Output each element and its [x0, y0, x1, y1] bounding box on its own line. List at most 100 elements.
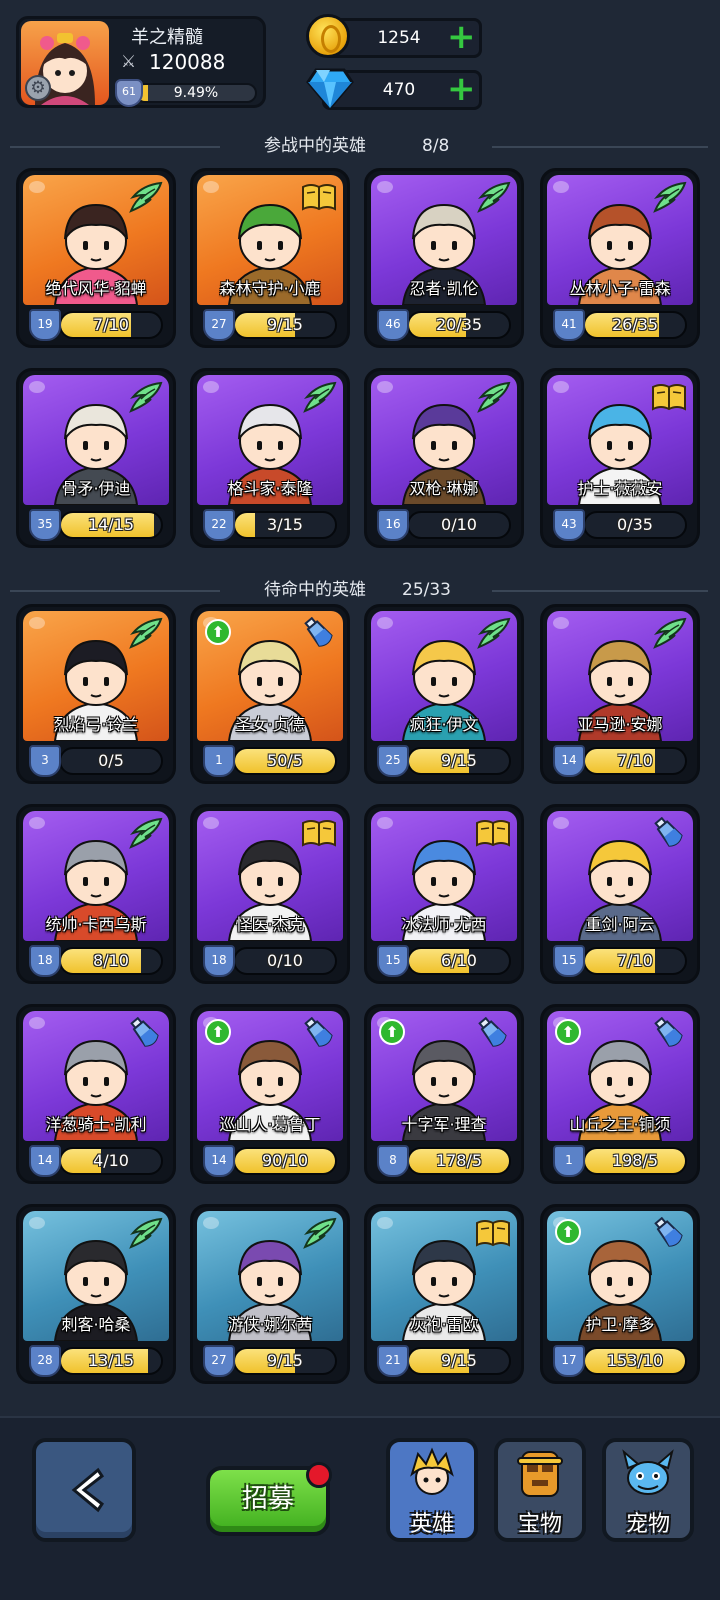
potion-icon [651, 816, 687, 849]
wing-icon [475, 617, 511, 649]
hero-name: 巡山人·葛鲁丁 [219, 1115, 321, 1134]
fragment-progress-bar: 7/10 [583, 747, 687, 775]
fragment-progress-bar: 14/15 [59, 511, 163, 539]
fragment-progress-bar: 198/5 [583, 1147, 687, 1175]
fragment-count: 4/10 [93, 1151, 129, 1170]
hero-card[interactable]: 忍者·凯伦 46 20/35 [364, 168, 524, 348]
tab-pets[interactable]: 宠物 [602, 1438, 694, 1542]
hero-level-shield-icon: 19 [29, 309, 61, 341]
fragment-progress-bar: 50/5 [233, 747, 337, 775]
fragment-progress-bar: 9/15 [233, 311, 337, 339]
book-icon [301, 181, 337, 213]
fragment-progress-bar: 9/15 [407, 747, 511, 775]
hero-level-shield-icon: 3 [29, 745, 61, 777]
tab-treasures[interactable]: 宝物 [494, 1438, 586, 1542]
player-profile-card[interactable]: ⚙ 羊之精髓 ⚔ 120088 61 9.49% [16, 16, 266, 108]
fragment-progress-bar: 0/5 [59, 747, 163, 775]
hero-card[interactable]: 护士·薇薇安 43 0/35 [540, 368, 700, 548]
fragment-progress-bar: 90/10 [233, 1147, 337, 1175]
hero-card[interactable]: 统帅·卡西乌斯 18 8/10 [16, 804, 176, 984]
fragment-progress-bar: 178/5 [407, 1147, 511, 1175]
fragment-count: 9/15 [267, 1351, 303, 1370]
hero-name: 统帅·卡西乌斯 [45, 915, 147, 934]
fragment-count: 0/35 [617, 515, 653, 534]
hero-name: 森林守护·小鹿 [219, 279, 321, 298]
fragment-count: 0/10 [267, 951, 303, 970]
hero-card[interactable]: 骨矛·伊迪 35 14/15 [16, 368, 176, 548]
fragment-progress-bar: 9/15 [233, 1347, 337, 1375]
divider-line [10, 590, 220, 592]
wing-icon [127, 1217, 163, 1249]
hero-name: 灰袍·雷欧 [409, 1315, 479, 1334]
hero-card[interactable]: 绝代风华·貂蝉 19 7/10 [16, 168, 176, 348]
fragment-count: 153/10 [606, 1351, 664, 1370]
add-gems-plus-icon[interactable]: + [447, 72, 476, 106]
hero-name: 骨矛·伊迪 [61, 479, 131, 498]
reserve-heroes-title: 待命中的英雄 [264, 580, 366, 600]
wing-icon [301, 1217, 337, 1249]
hero-card[interactable]: ⬆ 十字军·理查 8 178/5 [364, 1004, 524, 1184]
active-heroes-count: 8/8 [422, 136, 450, 156]
hero-card[interactable]: ⬆ 护卫·摩多 17 153/10 [540, 1204, 700, 1384]
top-bar: ⚙ 羊之精髓 ⚔ 120088 61 9.49% 1254 + 470 + [0, 0, 720, 118]
wing-icon [475, 381, 511, 413]
fragment-count: 7/10 [617, 751, 653, 770]
hero-card[interactable]: 灰袍·雷欧 21 9/15 [364, 1204, 524, 1384]
hero-level-shield-icon: 1 [553, 1145, 585, 1177]
hero-card[interactable]: 丛林小子·雷森 41 26/35 [540, 168, 700, 348]
fragment-progress-bar: 8/10 [59, 947, 163, 975]
fragment-progress-bar: 153/10 [583, 1347, 687, 1375]
hero-level-shield-icon: 27 [203, 1345, 235, 1377]
hero-level-shield-icon: 22 [203, 509, 235, 541]
active-heroes-header: 参战中的英雄 8/8 [0, 132, 720, 160]
hero-card[interactable]: 烈焰弓·铃兰 3 0/5 [16, 604, 176, 784]
hero-card[interactable]: 刺客·哈桑 28 13/15 [16, 1204, 176, 1384]
player-avatar[interactable]: ⚙ [21, 21, 109, 105]
hero-level-shield-icon: 35 [29, 509, 61, 541]
fragment-progress-bar: 0/10 [233, 947, 337, 975]
potion-icon [301, 1016, 337, 1049]
fragment-progress-bar: 9/15 [407, 1347, 511, 1375]
hero-name: 游侠·娜尔茜 [227, 1315, 313, 1334]
hero-card[interactable]: ⬆ 圣女·贞德 1 50/5 [190, 604, 350, 784]
hero-level-shield-icon: 43 [553, 509, 585, 541]
hero-level-shield-icon: 15 [377, 945, 409, 977]
fragment-count: 6/10 [441, 951, 477, 970]
hero-level-shield-icon: 41 [553, 309, 585, 341]
fragment-count: 8/10 [93, 951, 129, 970]
potion-icon [301, 616, 337, 649]
hero-card[interactable]: 双枪·琳娜 16 0/10 [364, 368, 524, 548]
hero-level-shield-icon: 16 [377, 509, 409, 541]
divider-line [10, 146, 220, 148]
hero-name: 重剑·阿云 [585, 915, 655, 934]
hero-face-icon [410, 1447, 454, 1495]
hero-card[interactable]: 怪医·杰克 18 0/10 [190, 804, 350, 984]
settings-gear-icon[interactable]: ⚙ [25, 75, 51, 101]
hero-card[interactable]: 重剑·阿云 15 7/10 [540, 804, 700, 984]
hero-card[interactable]: 冰法师·尤西 15 6/10 [364, 804, 524, 984]
recruit-button[interactable]: 招募 [206, 1462, 332, 1536]
hero-card[interactable]: 森林守护·小鹿 27 9/15 [190, 168, 350, 348]
fragment-progress-bar: 20/35 [407, 311, 511, 339]
hero-level-shield-icon: 25 [377, 745, 409, 777]
add-gold-plus-icon[interactable]: + [447, 20, 476, 54]
tab-heroes[interactable]: 英雄 [386, 1438, 478, 1542]
hero-card[interactable]: 洋葱骑士·凯利 14 4/10 [16, 1004, 176, 1184]
hero-card[interactable]: 游侠·娜尔茜 27 9/15 [190, 1204, 350, 1384]
fragment-count: 26/35 [611, 315, 659, 334]
back-button[interactable] [32, 1438, 136, 1542]
hero-name: 双枪·琳娜 [409, 479, 479, 498]
combat-power: 120088 [149, 50, 226, 74]
hero-card[interactable]: 疯狂·伊文 25 9/15 [364, 604, 524, 784]
hero-level-shield-icon: 27 [203, 309, 235, 341]
hero-card[interactable]: 亚马逊·安娜 14 7/10 [540, 604, 700, 784]
hero-card[interactable]: 格斗家·泰隆 22 3/15 [190, 368, 350, 548]
hero-card[interactable]: ⬆ 巡山人·葛鲁丁 14 90/10 [190, 1004, 350, 1184]
back-arrow-icon [71, 1467, 105, 1513]
fragment-progress-bar: 3/15 [233, 511, 337, 539]
fragment-count: 9/15 [441, 1351, 477, 1370]
fragment-count: 198/5 [611, 1151, 659, 1170]
tab-treasures-label: 宝物 [517, 1512, 562, 1537]
hero-name: 亚马逊·安娜 [577, 715, 663, 734]
hero-card[interactable]: ⬆ 山丘之王·铜须 1 198/5 [540, 1004, 700, 1184]
